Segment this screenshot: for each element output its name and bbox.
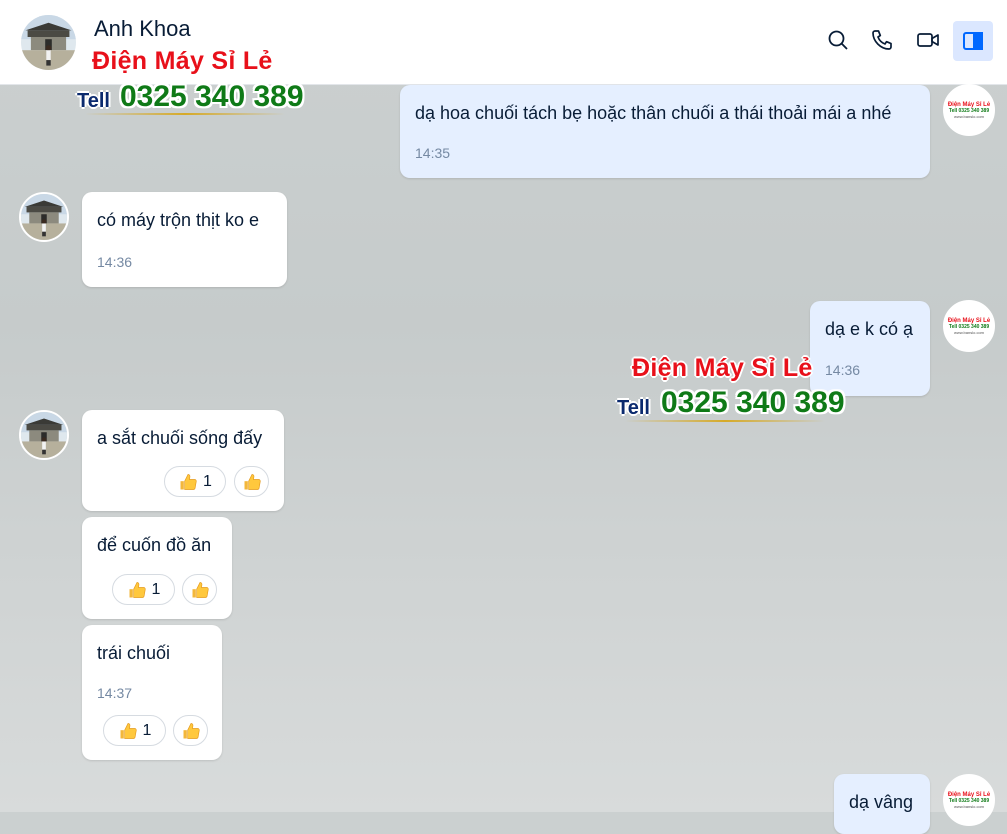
reaction-count: 1 [203,472,212,490]
message-time: 14:36 [825,362,861,378]
watermark-phone: 0325 340 389 [120,80,304,113]
thumbs-up-icon [190,580,210,600]
contact-avatar[interactable] [19,13,78,72]
react-button[interactable] [182,574,217,605]
logo-site-text: www.banslo.com [953,329,984,335]
message-time: 14:35 [415,145,451,161]
phone-call-icon[interactable] [866,24,898,56]
my-avatar[interactable]: Điện Máy Sỉ Lẻ Tell 0325 340 389 www.ban… [943,84,995,136]
thumbs-up-icon [181,721,201,741]
thumbs-up-icon [178,472,198,492]
message-text: dạ e k có ạ [825,319,914,339]
reaction-summary[interactable]: 1 [112,574,175,605]
thumbs-up-icon [118,721,138,741]
message-time: 14:37 [97,685,133,701]
reaction-summary[interactable]: 1 [103,715,166,746]
message-bubble-received[interactable]: trái chuối 14:37 1 [82,625,222,760]
message-text: a sắt chuối sống đấy [97,428,263,448]
thumbs-up-icon [242,472,262,492]
contact-avatar-small[interactable] [19,410,69,460]
reaction-count: 1 [142,721,152,739]
watermark-tell: Tell [77,90,110,112]
logo-site-text: www.banslo.com [953,113,984,119]
logo-site-text: www.banslo.com [953,803,984,809]
reaction-count: 1 [151,580,161,598]
message-time: 14:36 [97,254,133,270]
message-bubble-received[interactable]: có máy trộn thịt ko e 14:36 [82,192,287,287]
message-bubble-sent[interactable]: dạ vâng [834,774,930,834]
message-bubble-sent[interactable]: dạ hoa chuối tách bẹ hoặc thân chuối a t… [400,85,930,178]
message-text: để cuốn đồ ăn [97,535,212,555]
watermark-phone: 0325 340 389 [661,386,845,419]
toggle-sidebar-icon[interactable] [953,21,993,61]
message-bubble-received[interactable]: a sắt chuối sống đấy 1 [82,410,284,511]
thumbs-up-icon [127,580,147,600]
reaction-summary[interactable]: 1 [164,466,226,497]
watermark-brand: Điện Máy Sỉ Lẻ [92,47,273,75]
watermark-brand: Điện Máy Sỉ Lẻ [632,354,813,382]
react-button[interactable] [234,466,269,497]
react-button[interactable] [173,715,208,746]
contact-name[interactable]: Anh Khoa [94,16,191,42]
my-avatar[interactable]: Điện Máy Sỉ Lẻ Tell 0325 340 389 www.ban… [943,300,995,352]
message-text: dạ hoa chuối tách bẹ hoặc thân chuối a t… [415,103,892,123]
watermark-underline [625,420,825,422]
message-text: có máy trộn thịt ko e [97,210,260,230]
watermark-underline [85,113,285,115]
message-bubble-received[interactable]: để cuốn đồ ăn 1 [82,517,232,619]
message-bubble-sent[interactable]: dạ e k có ạ 14:36 [810,301,930,396]
message-text: trái chuối [97,643,171,663]
contact-avatar-small[interactable] [19,192,69,242]
search-icon[interactable] [822,24,854,56]
video-call-icon[interactable] [912,24,944,56]
my-avatar[interactable]: Điện Máy Sỉ Lẻ Tell 0325 340 389 www.ban… [943,774,995,826]
watermark-tell: Tell [617,397,650,419]
message-text: dạ vâng [849,792,914,812]
